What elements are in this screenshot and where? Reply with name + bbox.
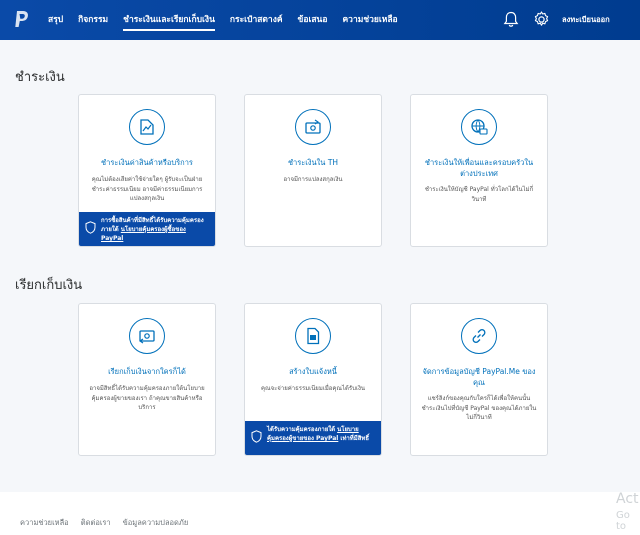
globe-money-icon bbox=[471, 119, 488, 135]
paypal-logo-icon[interactable] bbox=[14, 10, 30, 30]
nav-summary[interactable]: สรุป bbox=[48, 0, 63, 40]
main-nav: สรุป กิจกรรม ชำระเงินและเรียกเก็บเงิน กร… bbox=[48, 0, 398, 40]
buyer-protection-banner: การซื้อสินค้าที่มีสิทธิ์ได้รับความคุ้มคร… bbox=[79, 212, 215, 246]
card-title: สร้างใบแจ้งหนี้ bbox=[289, 367, 337, 376]
logout-link[interactable]: ลงทะเบียนออก bbox=[562, 0, 610, 40]
receipt-icon bbox=[140, 119, 154, 135]
notification-bell-icon[interactable] bbox=[503, 11, 519, 28]
footer-link-security[interactable]: ข้อมูลความปลอดภัย bbox=[123, 517, 189, 529]
card-icon-circle bbox=[295, 109, 331, 145]
os-activation-watermark-sub: Go to bbox=[616, 510, 630, 532]
footer-links: ความช่วยเหลือ ติดต่อเรา ข้อมูลความปลอดภั… bbox=[20, 517, 188, 529]
shield-icon bbox=[251, 430, 262, 443]
pay-domestic-card[interactable]: ชำระเงินใน TH อาจมีการแปลงสกุลเงิน bbox=[244, 94, 382, 247]
card-icon-circle bbox=[129, 109, 165, 145]
footer-link-contact[interactable]: ติดต่อเรา bbox=[81, 517, 111, 529]
nav-activity[interactable]: กิจกรรม bbox=[78, 0, 108, 40]
card-description: คุณจะจ่ายค่าธรรมเนียมเมื่อคุณได้รับเงิน bbox=[260, 385, 365, 392]
banner-text-tail: เท่าที่มีสิทธิ์ bbox=[340, 435, 369, 442]
nav-wallet[interactable]: กระเป๋าสตางค์ bbox=[230, 0, 283, 40]
card-icon-circle bbox=[295, 318, 331, 354]
top-navigation-bar: สรุป กิจกรรม ชำระเงินและเรียกเก็บเงิน กร… bbox=[0, 0, 640, 40]
card-title: ชำระเงินให้เพื่อนและครอบครัวในต่างประเทศ bbox=[424, 158, 534, 178]
card-title: ชำระเงินค่าสินค้าหรือบริการ bbox=[101, 158, 193, 167]
card-title: จัดการข้อมูลบัญชี PayPal.Me ของคุณ bbox=[422, 367, 536, 387]
manage-paypal-me-card[interactable]: จัดการข้อมูลบัญชี PayPal.Me ของคุณ แชร์ล… bbox=[410, 303, 548, 456]
invoice-icon bbox=[307, 327, 320, 345]
card-icon-circle bbox=[461, 109, 497, 145]
card-title: เรียกเก็บเงินจากใครก็ได้ bbox=[108, 367, 186, 376]
pay-goods-services-card[interactable]: ชำระเงินค่าสินค้าหรือบริการ คุณไม่ต้องเส… bbox=[78, 94, 216, 247]
link-icon bbox=[472, 329, 486, 343]
card-description: คุณไม่ต้องเสียค่าใช้จ่ายใดๆ ผู้รับจะเป็น… bbox=[91, 176, 203, 202]
card-icon-circle bbox=[129, 318, 165, 354]
nav-offers[interactable]: ข้อเสนอ bbox=[298, 0, 328, 40]
card-description: อาจมีสิทธิ์ได้รับความคุ้มครองภายใต้นโยบา… bbox=[89, 385, 205, 411]
request-from-anyone-card[interactable]: เรียกเก็บเงินจากใครก็ได้ อาจมีสิทธิ์ได้ร… bbox=[78, 303, 216, 456]
request-money-icon bbox=[139, 330, 155, 344]
create-invoice-card[interactable]: สร้างใบแจ้งหนี้ คุณจะจ่ายค่าธรรมเนียมเมื… bbox=[244, 303, 382, 456]
footer-link-help[interactable]: ความช่วยเหลือ bbox=[20, 517, 69, 529]
shield-icon bbox=[85, 221, 96, 234]
card-icon-circle bbox=[461, 318, 497, 354]
seller-protection-banner: ได้รับความคุ้มครองภายใต้ นโยบายคุ้มครองผ… bbox=[245, 421, 381, 455]
card-description: ชำระเงินให้บัญชี PayPal ทั่วโลกได้ในไม่ก… bbox=[424, 186, 534, 203]
card-title: ชำระเงินใน TH bbox=[287, 158, 339, 167]
card-description: อาจมีการแปลงสกุลเงิน bbox=[283, 176, 343, 183]
nav-pay-and-request[interactable]: ชำระเงินและเรียกเก็บเงิน bbox=[123, 0, 215, 40]
request-section-title: เรียกเก็บเงิน bbox=[15, 278, 83, 293]
send-money-icon bbox=[305, 119, 321, 134]
nav-help[interactable]: ความช่วยเหลือ bbox=[342, 0, 397, 40]
card-description: แชร์ลิงก์ของคุณกับใครก็ได้เพื่อให้คนนั้น… bbox=[421, 395, 537, 421]
banner-text: ได้รับความคุ้มครองภายใต้ bbox=[267, 426, 336, 433]
pay-international-card[interactable]: ชำระเงินให้เพื่อนและครอบครัวในต่างประเทศ… bbox=[410, 94, 548, 247]
os-activation-watermark: Act bbox=[616, 491, 639, 507]
settings-gear-icon[interactable] bbox=[533, 11, 550, 28]
pay-section-title: ชำระเงิน bbox=[15, 70, 65, 85]
